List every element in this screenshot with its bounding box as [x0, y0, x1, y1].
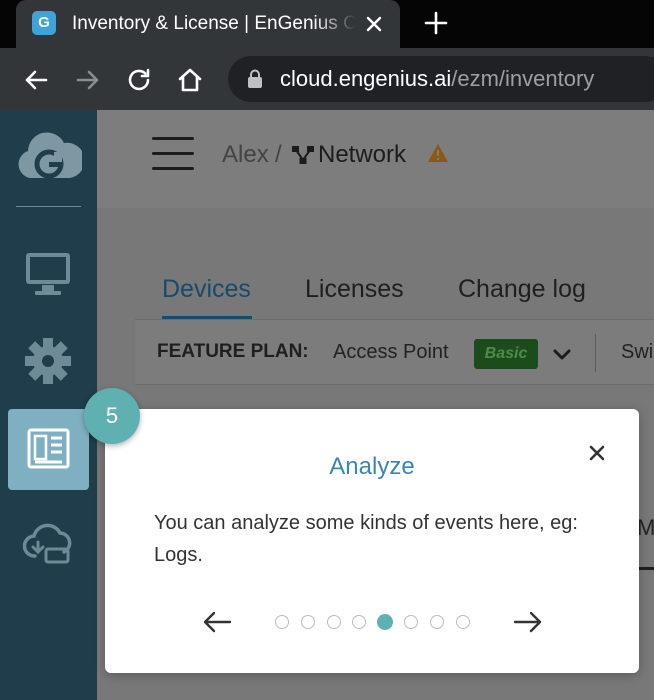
- tour-dot[interactable]: [429, 615, 444, 629]
- close-icon[interactable]: [583, 439, 611, 467]
- close-tab-icon[interactable]: [360, 10, 388, 38]
- browser-tab[interactable]: G Inventory & License | EnGenius Cloud: [16, 0, 400, 48]
- feature-plan-product: Access Point: [333, 341, 449, 363]
- breadcrumb-org[interactable]: Alex: [222, 140, 269, 170]
- home-icon[interactable]: [172, 62, 208, 98]
- tab-licenses[interactable]: Licenses: [305, 273, 404, 305]
- arrow-left-icon[interactable]: [201, 608, 233, 636]
- feature-plan-label: FEATURE PLAN:: [157, 341, 309, 362]
- tour-popover: Analyze You can analyze some kinds of ev…: [105, 409, 639, 673]
- tour-dot[interactable]: [404, 615, 418, 629]
- app-header: Alex / Network: [97, 110, 654, 208]
- network-topology-icon: [292, 146, 314, 164]
- engenius-logo-icon[interactable]: [16, 128, 82, 188]
- plan-divider: [595, 334, 596, 372]
- breadcrumb-network[interactable]: Network: [318, 140, 406, 170]
- browser-tab-strip: G Inventory & License | EnGenius Cloud: [0, 0, 654, 48]
- tour-dot-active[interactable]: [377, 614, 394, 630]
- tab-devices[interactable]: Devices: [162, 273, 251, 305]
- tour-body: You can analyze some kinds of events her…: [154, 512, 578, 566]
- feature-plan-next-product[interactable]: Swi: [621, 340, 653, 364]
- url-text: cloud.engenius.ai/ezm/inventory: [280, 65, 594, 93]
- inventory-icon: [27, 428, 70, 469]
- feature-plan-bar: FEATURE PLAN: Access Point Basic Swi: [135, 319, 654, 385]
- sidebar-divider: [16, 206, 81, 207]
- new-tab-button[interactable]: [420, 7, 452, 39]
- sidebar-item-configure[interactable]: [22, 335, 74, 387]
- background-tab-underline: [637, 567, 654, 570]
- lock-icon[interactable]: [246, 69, 264, 89]
- tour-dot[interactable]: [352, 615, 367, 629]
- app-sidebar: [0, 110, 97, 700]
- engenius-favicon-icon: G: [32, 11, 56, 35]
- tab-change-log[interactable]: Change log: [458, 273, 586, 305]
- tour-step-badge: 5: [84, 388, 140, 444]
- breadcrumb-separator: /: [275, 141, 282, 168]
- back-arrow-icon[interactable]: [18, 62, 54, 98]
- browser-toolbar: cloud.engenius.ai/ezm/inventory: [0, 48, 654, 110]
- tour-title: Analyze: [329, 453, 415, 480]
- tour-dot[interactable]: [300, 615, 315, 629]
- tab-title: Inventory & License | EnGenius Cloud: [72, 13, 356, 34]
- url-path: /ezm/inventory: [451, 66, 595, 91]
- chevron-down-icon[interactable]: [551, 343, 573, 365]
- background-partial-text: M: [637, 515, 654, 540]
- sidebar-item-inventory[interactable]: [8, 409, 89, 490]
- forward-arrow-icon[interactable]: [70, 62, 106, 98]
- monitor-icon: [26, 253, 70, 295]
- menu-icon[interactable]: [152, 137, 194, 171]
- tour-dot[interactable]: [326, 615, 341, 629]
- url-host: cloud.engenius.ai: [280, 66, 452, 91]
- gear-icon: [25, 338, 71, 384]
- sidebar-item-cloud[interactable]: [22, 516, 74, 568]
- reload-icon[interactable]: [121, 62, 157, 98]
- tour-dot[interactable]: [455, 615, 470, 629]
- warning-icon[interactable]: [427, 143, 449, 163]
- sidebar-item-monitor[interactable]: [22, 248, 74, 300]
- cloud-sync-icon: [22, 523, 72, 564]
- arrow-right-icon[interactable]: [512, 608, 544, 636]
- tour-dot[interactable]: [275, 615, 289, 629]
- address-bar[interactable]: cloud.engenius.ai/ezm/inventory: [228, 56, 654, 102]
- plan-badge: Basic: [474, 339, 538, 369]
